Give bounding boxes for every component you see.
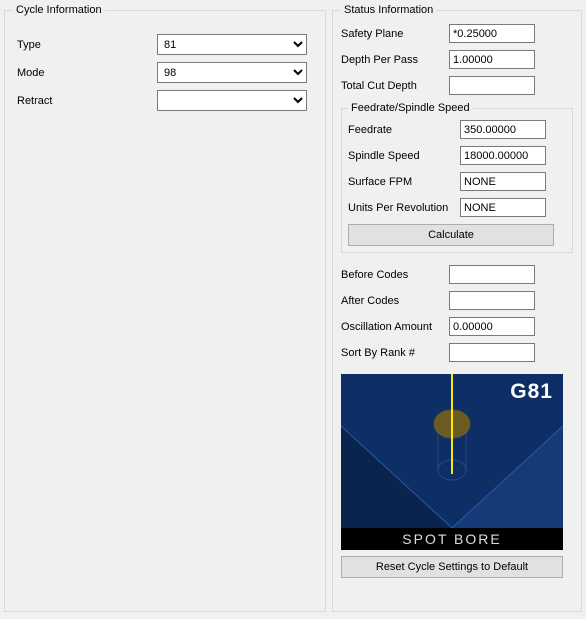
after-codes-label: After Codes bbox=[341, 295, 449, 307]
type-select[interactable]: 81 bbox=[157, 34, 307, 55]
type-label: Type bbox=[13, 39, 157, 51]
units-per-rev-label: Units Per Revolution bbox=[348, 202, 460, 214]
feedrate-spindle-group: Feedrate/Spindle Speed Feedrate Spindle … bbox=[341, 102, 573, 253]
status-information-legend: Status Information bbox=[341, 4, 436, 16]
units-per-rev-field[interactable] bbox=[460, 198, 546, 217]
status-information-group: Status Information Safety Plane Depth Pe… bbox=[332, 4, 582, 612]
before-codes-label: Before Codes bbox=[341, 269, 449, 281]
depth-per-pass-field[interactable] bbox=[449, 50, 535, 69]
surface-fpm-label: Surface FPM bbox=[348, 176, 460, 188]
total-cut-depth-label: Total Cut Depth bbox=[341, 80, 449, 92]
safety-plane-field[interactable] bbox=[449, 24, 535, 43]
preview-caption: SPOT BORE bbox=[341, 528, 563, 550]
safety-plane-label: Safety Plane bbox=[341, 28, 449, 40]
cycle-information-group: Cycle Information Type 81 Mode 98 Retrac… bbox=[4, 4, 326, 612]
spindle-speed-field[interactable] bbox=[460, 146, 546, 165]
cycle-information-legend: Cycle Information bbox=[13, 4, 105, 16]
depth-per-pass-label: Depth Per Pass bbox=[341, 54, 449, 66]
retract-select[interactable] bbox=[157, 90, 307, 111]
preview-badge: G81 bbox=[510, 380, 553, 404]
before-codes-field[interactable] bbox=[449, 265, 535, 284]
surface-fpm-field[interactable] bbox=[460, 172, 546, 191]
spindle-speed-label: Spindle Speed bbox=[348, 150, 460, 162]
after-codes-field[interactable] bbox=[449, 291, 535, 310]
oscillation-field[interactable] bbox=[449, 317, 535, 336]
cycle-preview-image: G81 SPOT BORE bbox=[341, 374, 563, 550]
feedrate-field[interactable] bbox=[460, 120, 546, 139]
feedrate-spindle-legend: Feedrate/Spindle Speed bbox=[348, 102, 473, 114]
sort-rank-label: Sort By Rank # bbox=[341, 347, 449, 359]
mode-select[interactable]: 98 bbox=[157, 62, 307, 83]
feedrate-label: Feedrate bbox=[348, 124, 460, 136]
total-cut-depth-field[interactable] bbox=[449, 76, 535, 95]
sort-rank-field[interactable] bbox=[449, 343, 535, 362]
mode-label: Mode bbox=[13, 67, 157, 79]
oscillation-label: Oscillation Amount bbox=[341, 321, 449, 333]
calculate-button[interactable]: Calculate bbox=[348, 224, 554, 246]
retract-label: Retract bbox=[13, 95, 157, 107]
reset-button[interactable]: Reset Cycle Settings to Default bbox=[341, 556, 563, 578]
